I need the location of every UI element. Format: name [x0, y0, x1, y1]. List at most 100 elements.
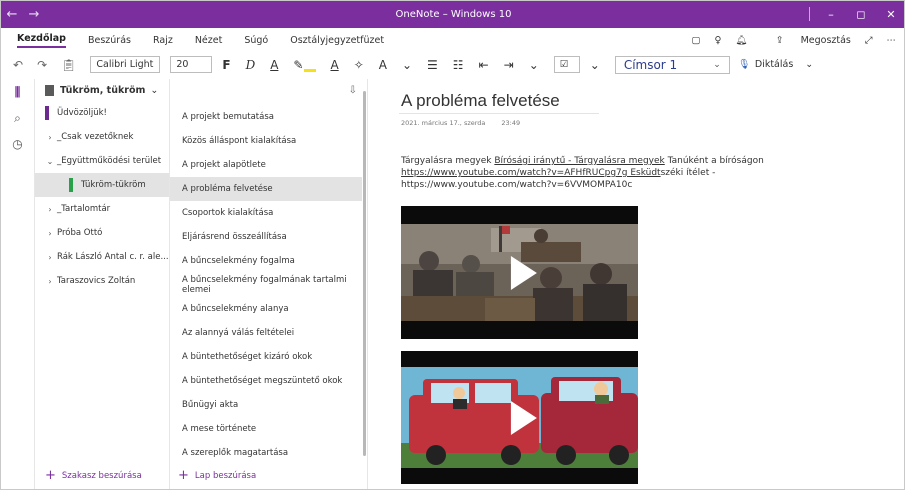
close-icon[interactable]: ✕ — [876, 8, 904, 21]
chevron-down-icon[interactable]: ⌄ — [590, 58, 600, 72]
page-item[interactable]: Eljárásrend összeállítása — [170, 225, 362, 249]
chevron-right-icon[interactable]: › — [43, 205, 57, 214]
font-name-box[interactable]: Calibri Light — [90, 56, 161, 73]
checkbox-tag-button[interactable]: ☑ — [553, 56, 580, 73]
page-item[interactable]: A bűncselekmény fogalma — [170, 249, 362, 273]
style-dropdown[interactable]: Címsor 1 ⌄ — [614, 55, 730, 74]
add-section-button[interactable]: + Szakasz beszúrása — [45, 468, 142, 483]
outdent-icon[interactable]: ⇤ — [479, 58, 489, 72]
bell-icon[interactable]: 🔔︎ — [736, 35, 748, 46]
add-page-button[interactable]: + Lap beszúrása — [178, 468, 256, 483]
tab-insert[interactable]: Beszúrás — [88, 35, 131, 46]
note-text[interactable]: https://www.youtube.com/watch?v=6VVMOMPA… — [401, 180, 632, 190]
highlight-icon[interactable]: ✎ — [293, 58, 303, 72]
more-icon[interactable]: ⋯ — [887, 35, 897, 46]
italic-button[interactable]: D — [246, 58, 256, 72]
bold-button[interactable]: F — [222, 58, 230, 72]
ribbon-right-actions: ▢ ♀ 🔔︎ ⇪ Megosztás ⤢ ⋯ — [678, 28, 896, 52]
chevron-right-icon[interactable]: › — [43, 253, 57, 262]
page-title[interactable]: A probléma felvetése — [401, 91, 560, 111]
video-courtroom[interactable] — [401, 206, 638, 339]
link-birosagi-iranytu[interactable]: Bírósági iránytű - Tárgyalásra megyek — [494, 156, 664, 166]
page-item[interactable]: Csoportok kialakítása — [170, 201, 362, 225]
font-name: Calibri Light — [96, 59, 154, 70]
page-item[interactable]: A projekt bemutatása — [170, 105, 362, 129]
section-label: Tükröm-tükröm — [81, 180, 146, 190]
recent-icon[interactable]: ◷ — [1, 131, 34, 157]
dictate-button[interactable]: 🎙︎ Diktálás ⌄ — [738, 59, 813, 70]
notebook-selector[interactable]: Tükröm, tükröm ⌄ — [45, 85, 158, 96]
page-canvas[interactable]: A probléma felvetése 2021. március 17., … — [369, 79, 904, 489]
tab-view[interactable]: Nézet — [195, 35, 223, 46]
section-item[interactable]: Üdvözöljük! — [35, 101, 169, 125]
forward-icon[interactable]: → — [23, 7, 45, 22]
tab-home[interactable]: Kezdőlap — [17, 33, 66, 48]
notebook-icon[interactable]: ▢ — [692, 35, 701, 46]
chevron-right-icon[interactable]: › — [43, 277, 57, 286]
chevron-right-icon[interactable]: › — [43, 229, 57, 238]
undo-icon[interactable]: ↶ — [13, 58, 23, 72]
font-size-box[interactable]: 20 — [170, 56, 213, 73]
page-item[interactable]: A probléma felvetése — [170, 177, 362, 201]
page-item[interactable]: A büntethetőséget kizáró okok — [170, 345, 362, 369]
minimize-icon[interactable]: – — [816, 8, 846, 21]
share-label: Megosztás — [800, 34, 851, 46]
page-item[interactable]: A bűncselekmény fogalmának tartalmi elem… — [170, 273, 362, 297]
underline-button[interactable]: A — [270, 58, 278, 72]
page-item[interactable]: A szereplők magatartása — [170, 441, 362, 465]
page-item[interactable]: A bűncselekmény alanya — [170, 297, 362, 321]
tab-class-notebook[interactable]: Osztályjegyzetfüzet — [290, 35, 384, 46]
numbered-list-icon[interactable]: ☷ — [453, 58, 464, 72]
tab-draw[interactable]: Rajz — [153, 35, 173, 46]
expand-icon[interactable]: ⤢ — [865, 35, 873, 46]
sort-icon[interactable]: ⇩ — [349, 85, 357, 96]
search-icon[interactable]: ⌕ — [1, 105, 34, 131]
clipboard-icon[interactable]: 📋︎ — [61, 58, 76, 72]
text-style-icon[interactable]: A — [379, 58, 387, 72]
play-icon[interactable] — [510, 400, 537, 435]
window-title: OneNote – Windows 10 — [395, 9, 512, 20]
section-item[interactable]: › _Csak vezetőknek — [35, 125, 169, 149]
page-time: 23:49 — [501, 119, 521, 127]
highlight-color-bar — [304, 69, 317, 72]
section-label: Taraszovics Zoltán — [57, 276, 136, 286]
page-item[interactable]: Közös álláspont kialakítása — [170, 129, 362, 153]
redo-icon[interactable]: ↷ — [37, 58, 47, 72]
onenote-window: ← → OneNote – Windows 10 – ◻ ✕ Kezdőlap … — [0, 0, 905, 490]
notebooks-icon[interactable]: ⫼ — [1, 79, 34, 105]
back-icon[interactable]: ← — [1, 7, 23, 22]
video-cartoon[interactable] — [401, 351, 638, 484]
dictate-label: Diktálás — [754, 59, 794, 70]
link-youtube-1[interactable]: https://www.youtube.com/watch?v=AFHfRUCp… — [401, 168, 661, 178]
note-paragraph[interactable]: Tárgyalásra megyek Bírósági iránytű - Tá… — [401, 155, 771, 191]
play-icon[interactable] — [510, 255, 537, 290]
section-item[interactable]: Tükröm-tükröm — [35, 173, 169, 197]
window-controls: – ◻ ✕ — [816, 1, 904, 28]
page-item[interactable]: Az alannyá válás feltételei — [170, 321, 362, 345]
bullet-list-icon[interactable]: ☰ — [427, 58, 438, 72]
share-button[interactable]: ⇪ Megosztás — [762, 35, 851, 46]
tab-help[interactable]: Súgó — [244, 35, 268, 46]
section-item[interactable]: › _Tartalomtár — [35, 197, 169, 221]
chevron-down-icon[interactable]: ⌄ — [402, 58, 412, 72]
microphone-icon: 🎙︎ — [737, 59, 750, 70]
page-item[interactable]: Bűnügyi akta — [170, 393, 362, 417]
page-item[interactable]: A mese története — [170, 417, 362, 441]
chevron-right-icon[interactable]: › — [43, 133, 57, 142]
pages-scrollbar[interactable] — [363, 91, 366, 456]
clear-format-icon[interactable]: ✧ — [354, 58, 364, 72]
chevron-down-icon[interactable]: ⌄ — [43, 157, 57, 166]
chevron-down-icon[interactable]: ⌄ — [529, 58, 539, 72]
plus-icon: + — [178, 468, 189, 483]
indent-icon[interactable]: ⇥ — [504, 58, 514, 72]
maximize-icon[interactable]: ◻ — [846, 8, 876, 21]
section-item[interactable]: › Próba Ottó — [35, 221, 169, 245]
section-item[interactable]: › Rák László Antal c. r. ale... — [35, 245, 169, 269]
font-color-button[interactable]: A — [330, 58, 338, 72]
page-item[interactable]: A büntethetőséget megszüntető okok — [170, 369, 362, 393]
page-item[interactable]: A projekt alapötlete — [170, 153, 362, 177]
lightbulb-icon[interactable]: ♀ — [715, 35, 722, 46]
page-meta: 2021. március 17., szerda 23:49 — [401, 119, 536, 127]
section-item[interactable]: ⌄ _Együttműködési terület — [35, 149, 169, 173]
section-item[interactable]: › Taraszovics Zoltán — [35, 269, 169, 293]
